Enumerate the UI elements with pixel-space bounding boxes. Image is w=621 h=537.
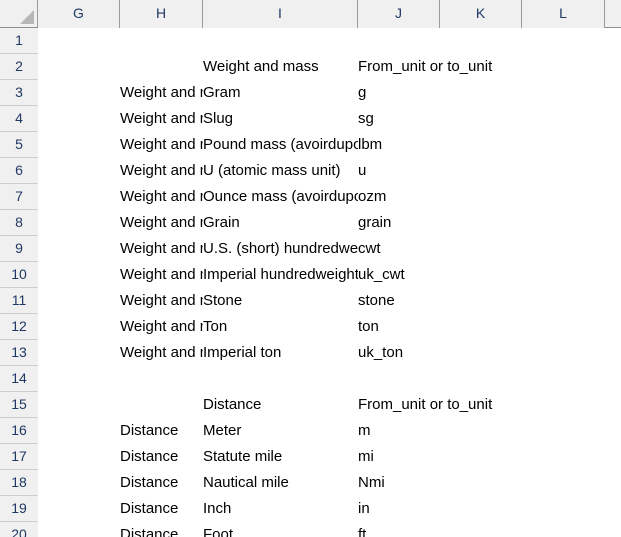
cell-I9[interactable]: U.S. (short) hundredweight	[203, 236, 358, 262]
cell-J3[interactable]: g	[358, 80, 582, 106]
cell-I20[interactable]: Foot	[203, 522, 358, 537]
cell-J15[interactable]: From_unit or to_unit	[358, 392, 582, 418]
row-header-2[interactable]: 2	[0, 54, 38, 80]
cell-J9[interactable]: cwt	[358, 236, 582, 262]
row-header-17[interactable]: 17	[0, 444, 38, 470]
row-header-9[interactable]: 9	[0, 236, 38, 262]
cell-H10[interactable]: Weight and mass	[120, 262, 203, 288]
row-header-18[interactable]: 18	[0, 470, 38, 496]
cell-I7[interactable]: Ounce mass (avoirdupois)	[203, 184, 358, 210]
cell-J17[interactable]: mi	[358, 444, 582, 470]
cell-H11[interactable]: Weight and mass	[120, 288, 203, 314]
column-header-i[interactable]: I	[203, 0, 358, 28]
cell-H18[interactable]: Distance	[120, 470, 203, 496]
cell-J11[interactable]: stone	[358, 288, 582, 314]
cell-J16[interactable]: m	[358, 418, 582, 444]
column-header-g[interactable]: G	[38, 0, 120, 28]
cell-I4[interactable]: Slug	[203, 106, 358, 132]
cell-I8[interactable]: Grain	[203, 210, 358, 236]
cell-H13[interactable]: Weight and mass	[120, 340, 203, 366]
row-header-1[interactable]: 1	[0, 28, 38, 54]
row-header-12[interactable]: 12	[0, 314, 38, 340]
row-header-15[interactable]: 15	[0, 392, 38, 418]
spreadsheet-grid[interactable]: GHIJKL 1 2 3 4 5 6 7 8 9 10 11 12 13 14 15 16 17 18 19 20 W…	[0, 0, 621, 537]
cell-H8[interactable]: Weight and mass	[120, 210, 203, 236]
cell-J2[interactable]: From_unit or to_unit	[358, 54, 582, 80]
row-header-5[interactable]: 5	[0, 132, 38, 158]
cell-J10[interactable]: uk_cwt	[358, 262, 582, 288]
cell-H6[interactable]: Weight and mass	[120, 158, 203, 184]
cell-I12[interactable]: Ton	[203, 314, 358, 340]
cell-H19[interactable]: Distance	[120, 496, 203, 522]
row-header-11[interactable]: 11	[0, 288, 38, 314]
cell-H4[interactable]: Weight and mass	[120, 106, 203, 132]
row-header-13[interactable]: 13	[0, 340, 38, 366]
cell-I13[interactable]: Imperial ton	[203, 340, 358, 366]
cell-I18[interactable]: Nautical mile	[203, 470, 358, 496]
cell-J12[interactable]: ton	[358, 314, 582, 340]
cell-I11[interactable]: Stone	[203, 288, 358, 314]
cell-I19[interactable]: Inch	[203, 496, 358, 522]
cell-I16[interactable]: Meter	[203, 418, 358, 444]
row-header-19[interactable]: 19	[0, 496, 38, 522]
cell-H3[interactable]: Weight and mass	[120, 80, 203, 106]
cell-I5[interactable]: Pound mass (avoirdupois)	[203, 132, 358, 158]
row-header-14[interactable]: 14	[0, 366, 38, 392]
column-header-h[interactable]: H	[120, 0, 203, 28]
row-header-8[interactable]: 8	[0, 210, 38, 236]
cell-J8[interactable]: grain	[358, 210, 582, 236]
column-header-j[interactable]: J	[358, 0, 440, 28]
cell-J4[interactable]: sg	[358, 106, 582, 132]
row-header-10[interactable]: 10	[0, 262, 38, 288]
cell-I6[interactable]: U (atomic mass unit)	[203, 158, 358, 184]
cell-J6[interactable]: u	[358, 158, 582, 184]
cell-I2[interactable]: Weight and mass	[203, 54, 358, 80]
cell-H16[interactable]: Distance	[120, 418, 203, 444]
row-header-3[interactable]: 3	[0, 80, 38, 106]
cell-J19[interactable]: in	[358, 496, 582, 522]
row-header-20[interactable]: 20	[0, 522, 38, 537]
row-header-4[interactable]: 4	[0, 106, 38, 132]
row-header-7[interactable]: 7	[0, 184, 38, 210]
cell-J20[interactable]: ft	[358, 522, 582, 537]
cell-H9[interactable]: Weight and mass	[120, 236, 203, 262]
cell-J7[interactable]: ozm	[358, 184, 582, 210]
cell-grid-area[interactable]: Weight and mass From_unit or to_unit Weigh…	[39, 29, 621, 537]
cell-I17[interactable]: Statute mile	[203, 444, 358, 470]
cell-H20[interactable]: Distance	[120, 522, 203, 537]
cell-H5[interactable]: Weight and mass	[120, 132, 203, 158]
cell-H7[interactable]: Weight and mass	[120, 184, 203, 210]
cell-H17[interactable]: Distance	[120, 444, 203, 470]
column-header-k[interactable]: K	[440, 0, 522, 28]
cell-J5[interactable]: lbm	[358, 132, 582, 158]
row-header-16[interactable]: 16	[0, 418, 38, 444]
cell-I10[interactable]: Imperial hundredweight	[203, 262, 358, 288]
row-header-6[interactable]: 6	[0, 158, 38, 184]
cell-I15[interactable]: Distance	[203, 392, 358, 418]
cell-J13[interactable]: uk_ton	[358, 340, 582, 366]
cell-H12[interactable]: Weight and mass	[120, 314, 203, 340]
cell-I3[interactable]: Gram	[203, 80, 358, 106]
select-all-corner[interactable]	[0, 0, 38, 28]
select-all-triangle-icon	[20, 10, 34, 24]
cell-J18[interactable]: Nmi	[358, 470, 582, 496]
column-header-l[interactable]: L	[522, 0, 605, 28]
